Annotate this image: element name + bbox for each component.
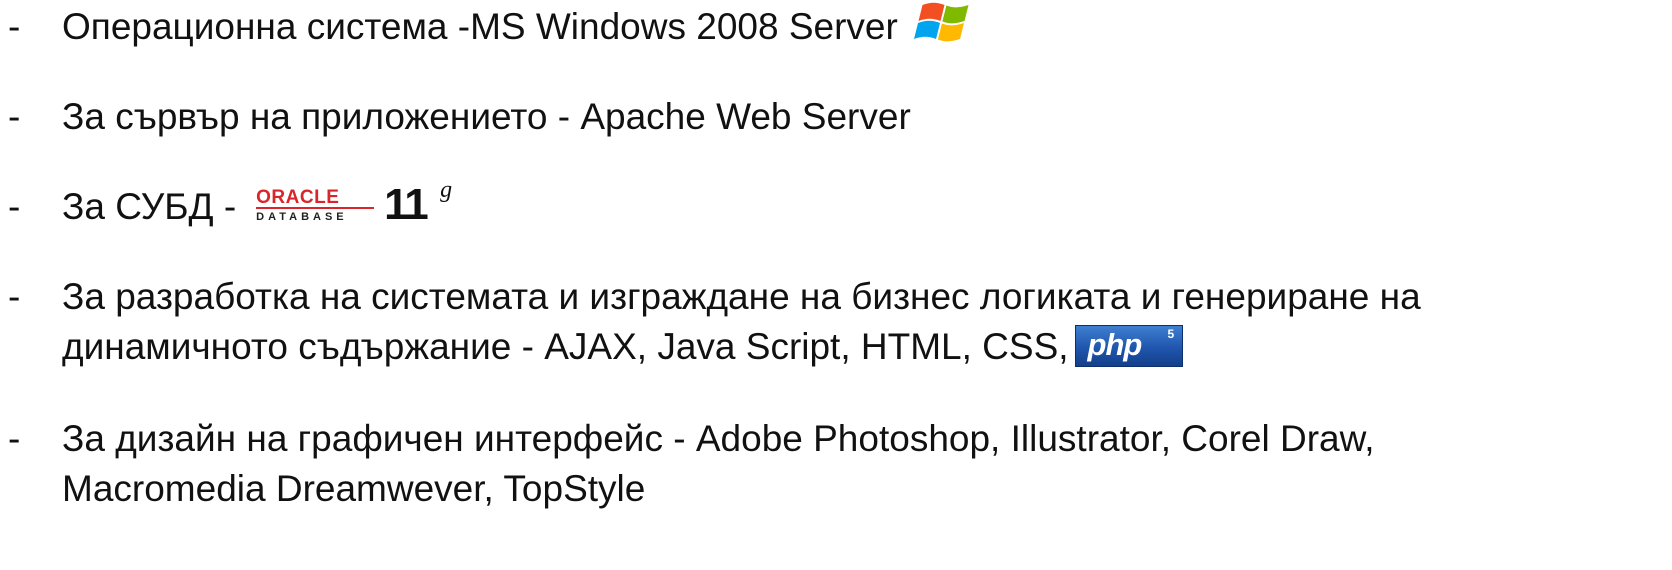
php-logo: php 5 — [1074, 325, 1183, 368]
oracle-logo-rule — [256, 207, 375, 210]
list-item-text: За разработка на системата и изграждане … — [62, 272, 1421, 372]
bullet-dash: - — [8, 418, 21, 459]
list-item: - За дизайн на графичен интерфейс - Adob… — [0, 414, 1672, 514]
list-item-line: динамичното съдържание - AJAX, Java Scri… — [62, 326, 1069, 367]
php-logo-version: 5 — [1167, 327, 1175, 342]
list-item-text: Операционна система -MS Windows 2008 Ser… — [62, 2, 974, 53]
bullet-dash: - — [8, 276, 21, 317]
list-item-line: Операционна система -MS Windows 2008 Ser… — [62, 6, 898, 47]
list-item-line: За дизайн на графичен интерфейс - Adobe … — [62, 418, 1375, 459]
oracle-logo-version: 11 — [384, 180, 428, 230]
bullet-dash: - — [8, 96, 21, 137]
list-item-line: За сървър на приложението - Apache Web S… — [62, 96, 911, 137]
list-item-line: За СУБД - — [62, 186, 237, 227]
bullet-dash: - — [8, 186, 21, 227]
bullet-dash: - — [8, 6, 21, 47]
list-item-text: За СУБД - ORACLE DATABASE 11 g — [62, 177, 462, 234]
php-logo-name: php — [1087, 327, 1143, 363]
oracle-logo-product: DATABASE — [256, 211, 348, 224]
list-item-line: Macromedia Dreamwever, TopStyle — [62, 468, 646, 509]
oracle-logo-brand: ORACLE — [256, 187, 340, 209]
list-item-text: За сървър на приложението - Apache Web S… — [62, 92, 911, 142]
list-item-text: За дизайн на графичен интерфейс - Adobe … — [62, 414, 1375, 514]
windows-flag-icon — [908, 0, 974, 47]
oracle-database-logo: ORACLE DATABASE 11 g — [250, 177, 462, 230]
slide: - Операционна система -MS Windows 2008 S… — [0, 0, 1672, 570]
list-item: - За разработка на системата и изграждан… — [0, 272, 1672, 372]
oracle-logo-version-suffix: g — [440, 177, 453, 204]
list-item-line: За разработка на системата и изграждане … — [62, 276, 1421, 317]
